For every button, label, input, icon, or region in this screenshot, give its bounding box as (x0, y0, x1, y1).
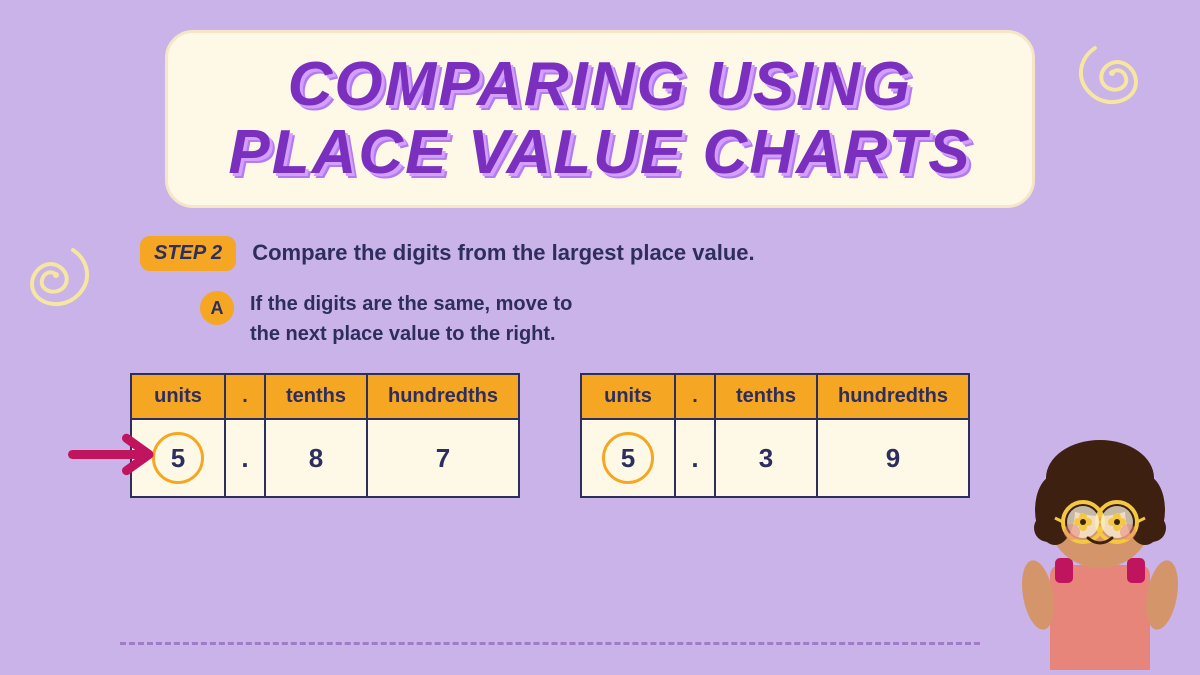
table2-header-hundredths: hundredths (817, 374, 969, 419)
step2-badge: Step 2 (140, 236, 236, 271)
table2-cell-dot: . (675, 419, 715, 497)
substepA-section: A If the digits are the same, move to th… (0, 281, 1200, 349)
table1-header-dot: . (225, 374, 265, 419)
step2-text: Compare the digits from the largest plac… (252, 236, 754, 266)
step2-section: Step 2 Compare the digits from the large… (0, 208, 1200, 281)
table2-cell-tenths: 3 (715, 419, 817, 497)
table1-header-tenths: tenths (265, 374, 367, 419)
title-container: COMPARING USING PLACE VALUE CHARTS (0, 0, 1200, 208)
table2-cell-units: 5 (581, 419, 675, 497)
title-line1: COMPARING USING (288, 50, 913, 119)
table1-header-units: units (131, 374, 225, 419)
substepA-badge: A (200, 291, 234, 325)
place-table-2: units . tenths hundredths 5 . 3 9 (580, 373, 970, 498)
character-svg (1000, 410, 1200, 670)
substepA-line1: If the digits are the same, move to (250, 293, 572, 315)
table1-cell-dot: . (225, 419, 265, 497)
table1-cell-tenths: 8 (265, 419, 367, 497)
substepA-text: If the digits are the same, move to the … (250, 289, 572, 349)
title-box: COMPARING USING PLACE VALUE CHARTS (165, 30, 1034, 208)
character-illustration (1000, 410, 1200, 675)
arrow-container (68, 429, 158, 484)
table1-cell-hundredths: 7 (367, 419, 519, 497)
place-table-1: units . tenths hundredths 5 . 8 7 (130, 373, 520, 498)
table2-cell-hundredths: 9 (817, 419, 969, 497)
table2-circle-5: 5 (602, 432, 654, 484)
table2-header-dot: . (675, 374, 715, 419)
substepA-line2: the next place value to the right. (250, 323, 556, 345)
table1-circle-5: 5 (152, 432, 204, 484)
deco-swirl-right (1065, 38, 1150, 138)
arrow-icon (68, 429, 158, 479)
deco-swirl-left (18, 240, 93, 340)
page-title: COMPARING USING PLACE VALUE CHARTS (228, 51, 971, 187)
table2-header-units: units (581, 374, 675, 419)
dashed-divider (120, 642, 980, 645)
table2-header-tenths: tenths (715, 374, 817, 419)
table1-header-hundredths: hundredths (367, 374, 519, 419)
title-line2: PLACE VALUE CHARTS (228, 118, 971, 187)
